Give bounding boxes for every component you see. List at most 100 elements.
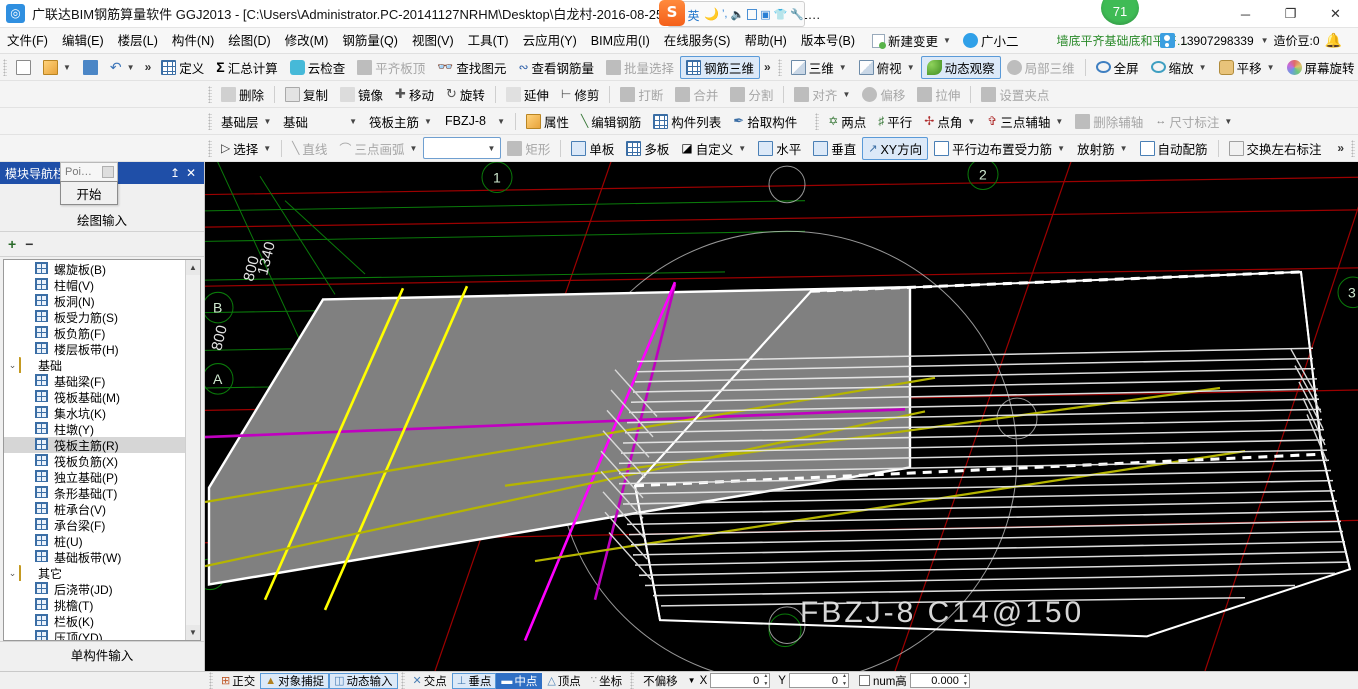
single-slab-button[interactable]: 单板 xyxy=(565,137,620,160)
nav-button-single-component-input[interactable]: 单构件输入 xyxy=(0,641,204,666)
orbit-button[interactable]: 动态观察 xyxy=(920,55,1001,79)
sogou-logo-icon[interactable]: S xyxy=(659,0,685,26)
move-button[interactable]: ✚ 移动 xyxy=(389,83,440,106)
tree-item[interactable]: 楼层板带(H) xyxy=(4,341,185,357)
menu-item-file[interactable]: 文件(F) xyxy=(0,28,55,54)
batch-select-button[interactable]: 批量选择 xyxy=(600,56,680,79)
empty-combo[interactable]: ▼ xyxy=(423,137,502,159)
component-select[interactable]: FBZJ-8 ▼ xyxy=(439,110,511,133)
top-view-button[interactable]: 俯视 ▼ xyxy=(853,56,921,79)
tree-item[interactable]: 压顶(YD) xyxy=(4,629,185,640)
toolbar-overflow-button[interactable]: » xyxy=(141,60,156,74)
chevron-down-icon[interactable]: ▼ xyxy=(1267,63,1275,72)
save-button[interactable] xyxy=(77,56,104,79)
delete-button[interactable]: 删除 xyxy=(215,83,270,106)
menu-item-cloud[interactable]: 云应用(Y) xyxy=(516,28,584,54)
chevron-down-icon[interactable]: ▼ xyxy=(424,117,432,126)
custom-shape-button[interactable]: ◪ 自定义 ▼ xyxy=(675,137,752,160)
new-change-button[interactable]: 新建变更 ▼ xyxy=(868,31,955,50)
mirror-button[interactable]: 镜像 xyxy=(334,83,389,106)
collapse-all-icon[interactable]: − xyxy=(25,236,33,252)
maximize-button[interactable]: ❐ xyxy=(1268,0,1313,28)
toolbar-grip-5[interactable] xyxy=(815,112,820,130)
line-tool-button[interactable]: ╲ 直线 xyxy=(286,137,333,160)
menu-item-floor[interactable]: 楼层(L) xyxy=(111,28,165,54)
status-grip-3[interactable] xyxy=(630,672,635,689)
rectangle-tool-button[interactable]: 矩形 xyxy=(501,137,556,160)
tree-item[interactable]: 挑檐(T) xyxy=(4,597,185,613)
summary-calc-button[interactable]: Σ 汇总计算 xyxy=(210,56,283,79)
category-select[interactable]: 基础 ▼ xyxy=(277,110,363,133)
cloud-check-button[interactable]: 云检查 xyxy=(284,56,352,79)
nav-button-drawing-input[interactable]: 绘图输入 xyxy=(0,207,204,232)
chevron-down-icon[interactable]: ⌄ xyxy=(6,360,19,371)
status-dynamic-input-button[interactable]: ◫ 动态输入 xyxy=(329,672,398,689)
status-grip-2[interactable] xyxy=(400,672,405,689)
tree-item[interactable]: 后浇带(JD) xyxy=(4,581,185,597)
rotate-button[interactable]: ↻ 旋转 xyxy=(440,83,491,106)
keyboard-icon[interactable] xyxy=(747,8,758,20)
vertical-button[interactable]: 垂直 xyxy=(807,137,862,160)
align-slab-top-button[interactable]: 平齐板顶 xyxy=(351,56,431,79)
chevron-down-icon[interactable]: ▼ xyxy=(1224,117,1232,126)
draw-toolbar-overflow-button[interactable]: » xyxy=(1333,141,1348,155)
mic-icon[interactable]: 🔈 xyxy=(730,8,744,21)
zoom-button[interactable]: 缩放 ▼ xyxy=(1145,56,1213,79)
pin-icon[interactable]: ↥ xyxy=(167,166,183,180)
chevron-down-icon[interactable]: ▼ xyxy=(943,36,951,45)
expand-all-icon[interactable]: + xyxy=(8,236,16,252)
rebar-3d-button[interactable]: 钢筋三维 xyxy=(680,55,761,79)
chevron-down-icon[interactable]: ▼ xyxy=(738,144,746,153)
pick-component-button[interactable]: ✒ 拾取构件 xyxy=(727,110,803,133)
menu-item-edit[interactable]: 编辑(E) xyxy=(55,28,111,54)
chevron-down-icon[interactable]: ▼ xyxy=(264,117,272,126)
point-angle-button[interactable]: ✢ 点角 ▼ xyxy=(918,110,981,133)
tree-item[interactable]: 集水坑(K) xyxy=(4,405,185,421)
new-file-button[interactable] xyxy=(10,56,37,79)
chevron-down-icon[interactable]: ▼ xyxy=(487,144,495,153)
stretch-button[interactable]: 拉伸 xyxy=(911,83,966,106)
open-file-button[interactable]: ▼ xyxy=(37,56,77,79)
chevron-down-icon[interactable]: ▼ xyxy=(127,63,135,72)
toolbar-grip[interactable] xyxy=(3,58,7,76)
account-label[interactable]: 13907298339 xyxy=(1180,34,1253,48)
local-3d-button[interactable]: 局部三维 xyxy=(1001,56,1081,79)
punctuation-icon[interactable]: ’, xyxy=(722,8,728,20)
pan-button[interactable]: 平移 ▼ xyxy=(1213,56,1281,79)
trim-button[interactable]: ⊢ 修剪 xyxy=(555,83,605,106)
y-value-input[interactable]: 0 xyxy=(788,672,849,688)
parallel-edge-rebar-button[interactable]: 平行边布置受力筋 ▼ xyxy=(928,137,1071,160)
view-3d-button[interactable]: 三维 ▼ xyxy=(785,56,853,79)
properties-button[interactable]: 属性 xyxy=(520,110,575,133)
screen-rotate-button[interactable]: 屏幕旋转▼ xyxy=(1281,56,1358,79)
moon-icon[interactable]: 🌙 xyxy=(704,7,719,21)
ime-language-icon[interactable]: 英 xyxy=(686,7,701,23)
split-button[interactable]: 分割 xyxy=(724,83,779,106)
elevation-value-input[interactable]: 0.000 xyxy=(909,672,970,688)
status-object-snap-button[interactable]: ▲ 对象捕捉 xyxy=(260,672,330,689)
x-value-input[interactable]: 0 xyxy=(710,672,771,688)
tree-item[interactable]: 板洞(N) xyxy=(4,293,185,309)
tree-item[interactable]: 板受力筋(S) xyxy=(4,309,185,325)
align-button[interactable]: 对齐 ▼ xyxy=(788,83,856,106)
copy-button[interactable]: 复制 xyxy=(279,83,334,106)
elevation-checkbox[interactable] xyxy=(858,675,870,686)
multi-slab-button[interactable]: 多板 xyxy=(620,137,675,160)
menu-item-help[interactable]: 帮助(H) xyxy=(737,28,793,54)
menu-item-draw[interactable]: 绘图(D) xyxy=(221,28,277,54)
component-tree[interactable]: 螺旋板(B) 柱帽(V) 板洞(N) 板受力筋(S) 板负筋(F) 楼层板带(H) ⌄ 基础基… xyxy=(4,260,185,640)
swap-dimension-button[interactable]: 交换左右标注 xyxy=(1223,137,1328,160)
chevron-down-icon[interactable]: ▼ xyxy=(349,117,357,126)
select-tool-button[interactable]: ▷ 选择 ▼ xyxy=(215,137,277,160)
toolbar-grip-2[interactable] xyxy=(777,58,782,76)
tree-item[interactable]: 基础板带(W) xyxy=(4,549,185,565)
offset-button[interactable]: 偏移 xyxy=(856,83,911,106)
scroll-down-icon[interactable]: ▼ xyxy=(186,625,200,640)
menu-item-rebar-quantity[interactable]: 钢筋量(Q) xyxy=(335,28,405,54)
tools-icon[interactable]: 🔧 xyxy=(790,8,804,21)
delete-axis-button[interactable]: 删除辅轴 xyxy=(1069,110,1149,133)
assistant-button[interactable]: 广小二 xyxy=(959,31,1023,50)
chevron-down-icon[interactable]: ▼ xyxy=(263,144,271,153)
chevron-down-icon[interactable]: ▼ xyxy=(63,63,71,72)
scroll-up-icon[interactable]: ▲ xyxy=(186,260,200,275)
